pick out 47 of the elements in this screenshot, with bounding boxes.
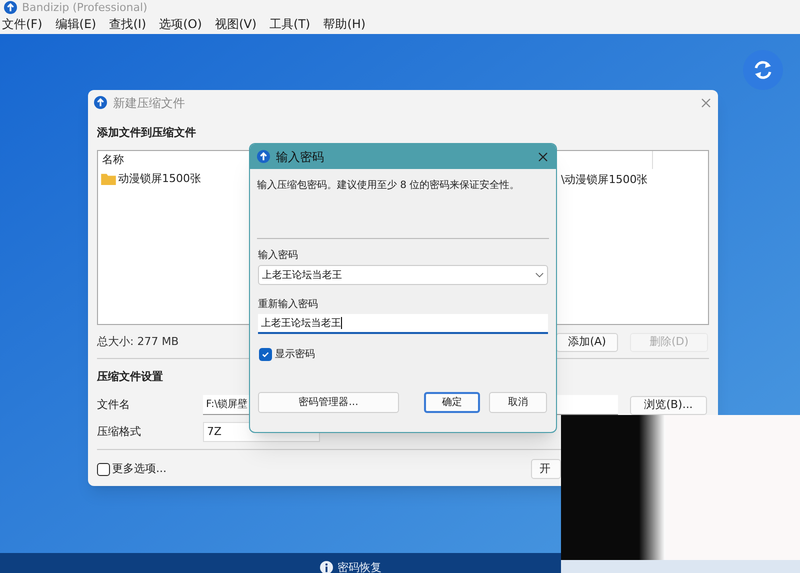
- folder-icon: [101, 173, 116, 185]
- checkbox[interactable]: [259, 348, 272, 360]
- menu-item[interactable]: 工具(T): [270, 15, 310, 33]
- menu-item[interactable]: 查找(I): [109, 15, 146, 33]
- close-button[interactable]: [537, 150, 549, 162]
- refresh-button[interactable]: [743, 50, 783, 90]
- checkbox-label: 显示密码: [275, 348, 315, 362]
- file-path: \动漫锁屏1500张: [561, 172, 648, 188]
- browse-button[interactable]: 浏览(B)...: [630, 396, 707, 414]
- start-button[interactable]: 开: [530, 459, 560, 479]
- total-size: 总大小: 277 MB: [97, 334, 179, 350]
- field-value: 上老王论坛当老王: [262, 268, 343, 282]
- menu-item[interactable]: 编辑(E): [55, 15, 96, 33]
- field-label: 压缩格式: [97, 424, 142, 440]
- menu-item[interactable]: 视图(V): [214, 15, 257, 33]
- dialog-button[interactable]: 密码管理器...: [258, 392, 399, 413]
- menu-item[interactable]: 帮助(H): [323, 15, 366, 33]
- section-heading: 添加文件到压缩文件: [97, 125, 197, 141]
- field-label: 重新输入密码: [258, 298, 319, 311]
- menu-item[interactable]: 文件(F): [2, 15, 42, 33]
- dialog-title: 新建压缩文件: [113, 94, 186, 112]
- checkbox-label: 更多选项...: [112, 460, 166, 477]
- file-item[interactable]: 动漫锁屏1500张: [101, 170, 201, 188]
- recovery-link[interactable]: 密码恢复: [338, 561, 382, 573]
- menu-item[interactable]: 选项(O): [159, 15, 202, 33]
- column-header[interactable]: 名称: [102, 152, 124, 168]
- app-logo-icon: [257, 150, 270, 163]
- window-title: Bandizip (Professional): [22, 0, 148, 14]
- field-label: 输入密码: [258, 248, 299, 262]
- field-value: 上老王论坛当老王: [261, 316, 341, 330]
- file-name: 动漫锁屏1500张: [118, 170, 201, 187]
- dialog-button[interactable]: 取消: [489, 392, 547, 413]
- confirm-password-field[interactable]: 上老王论坛当老王: [258, 314, 548, 334]
- close-button[interactable]: [700, 96, 712, 108]
- checkmark-icon: [261, 350, 270, 358]
- more-options-checkbox[interactable]: 更多选项...: [97, 460, 166, 478]
- dialog-description: 输入压缩包密码。建议使用至少 8 位的密码来保证安全性。: [257, 178, 521, 192]
- dialog-title: 输入密码: [276, 148, 325, 166]
- show-password-checkbox[interactable]: 显示密码: [259, 345, 315, 363]
- app-logo-icon: [94, 96, 107, 109]
- password-combo-field[interactable]: 上老王论坛当老王: [258, 265, 548, 285]
- dialog-button[interactable]: 确定: [424, 392, 480, 413]
- field-label: 文件名: [97, 396, 131, 413]
- section-heading: 压缩文件设置: [97, 369, 164, 385]
- chevron-down-icon: [535, 272, 544, 278]
- checkbox[interactable]: [97, 462, 110, 476]
- list-button[interactable]: 添加(A): [556, 332, 618, 352]
